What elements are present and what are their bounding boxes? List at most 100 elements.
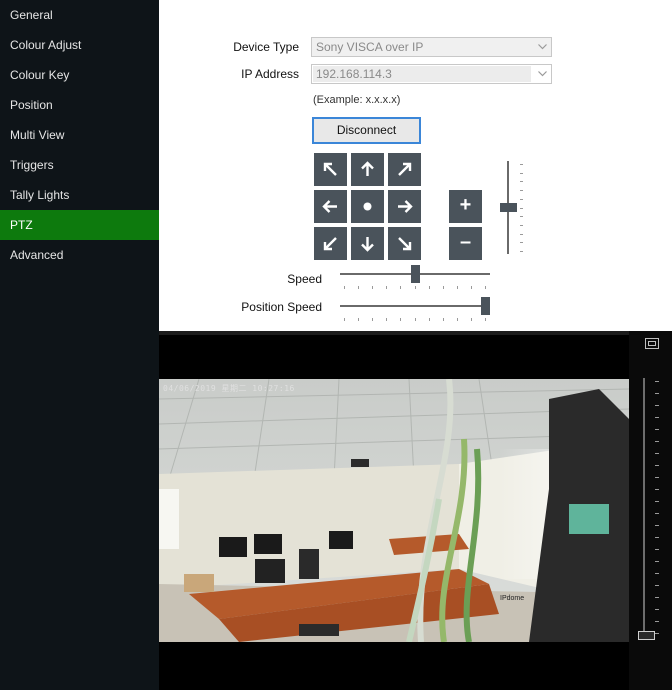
- zoom-tick: [655, 585, 659, 586]
- pan-down-left-button[interactable]: [314, 227, 347, 260]
- ip-address-label: IP Address: [241, 67, 299, 81]
- preview-zoom-thumb[interactable]: [638, 631, 655, 640]
- slider-tick: [485, 286, 486, 289]
- speed-slider[interactable]: [340, 265, 490, 293]
- disconnect-button[interactable]: Disconnect: [312, 117, 421, 144]
- zoom-in-button[interactable]: +: [449, 190, 482, 223]
- pan-left-button[interactable]: [314, 190, 347, 223]
- slider-tick: [386, 318, 387, 321]
- zoom-tick: [655, 621, 659, 622]
- slider-tick: [358, 318, 359, 321]
- fit-screen-icon[interactable]: [645, 338, 659, 349]
- slider-tick: [520, 208, 523, 209]
- tilt-up-button[interactable]: [351, 153, 384, 186]
- arrow-right-icon: [398, 200, 413, 213]
- zoom-tick: [655, 453, 659, 454]
- slider-tick: [520, 234, 523, 235]
- zoom-tick: [655, 537, 659, 538]
- slider-tick: [485, 318, 486, 321]
- zoom-tick: [655, 429, 659, 430]
- sidebar-item-colour-adjust[interactable]: Colour Adjust: [0, 30, 159, 60]
- zoom-tick: [655, 633, 659, 634]
- arrow-left-icon: [322, 200, 337, 213]
- slider-tick: [429, 318, 430, 321]
- office-camera-image: [159, 379, 629, 642]
- zoom-tick: [655, 609, 659, 610]
- slider-tick: [429, 286, 430, 289]
- zoom-slider-thumb[interactable]: [500, 203, 517, 212]
- arrow-up-icon: [361, 161, 374, 176]
- position-speed-slider-thumb[interactable]: [481, 297, 490, 315]
- camera-preview-area: 04/06/2019 星期二 10:27:16 IPdome: [159, 331, 672, 690]
- slider-tick: [415, 286, 416, 289]
- camera-overlay-label: IPdome: [500, 595, 525, 602]
- sidebar-item-tally-lights[interactable]: Tally Lights: [0, 180, 159, 210]
- camera-feed-image: 04/06/2019 星期二 10:27:16 IPdome: [159, 379, 629, 642]
- zoom-tick: [655, 381, 659, 382]
- preview-zoom-slider[interactable]: [643, 378, 645, 640]
- slider-tick: [457, 286, 458, 289]
- ptz-home-button[interactable]: [351, 190, 384, 223]
- zoom-tick: [655, 597, 659, 598]
- zoom-tick: [655, 573, 659, 574]
- slider-tick: [358, 286, 359, 289]
- zoom-tick: [655, 465, 659, 466]
- sidebar-nav: General Colour Adjust Colour Key Positio…: [0, 0, 159, 690]
- slider-tick: [520, 181, 523, 182]
- zoom-out-symbol: –: [459, 231, 472, 253]
- slider-tick: [415, 318, 416, 321]
- tilt-down-button[interactable]: [351, 227, 384, 260]
- ptz-settings-panel: Device Type Sony VISCA over IP IP Addres…: [159, 0, 672, 331]
- position-speed-label: Position Speed: [241, 300, 322, 314]
- speed-label: Speed: [287, 272, 322, 286]
- zoom-tick: [655, 477, 659, 478]
- slider-tick: [443, 286, 444, 289]
- zoom-tick: [655, 489, 659, 490]
- zoom-in-symbol: +: [459, 194, 472, 216]
- ip-format-hint: (Example: x.x.x.x): [313, 94, 401, 106]
- chevron-down-icon: [533, 38, 551, 56]
- slider-tick: [520, 173, 523, 174]
- slider-tick: [386, 286, 387, 289]
- device-type-select[interactable]: Sony VISCA over IP: [311, 37, 552, 57]
- arrow-down-icon: [361, 237, 374, 252]
- sidebar-item-colour-key[interactable]: Colour Key: [0, 60, 159, 90]
- zoom-tick: [655, 441, 659, 442]
- pan-right-button[interactable]: [388, 190, 421, 223]
- zoom-tick: [655, 405, 659, 406]
- pan-down-right-button[interactable]: [388, 227, 421, 260]
- zoom-vertical-slider[interactable]: [499, 161, 525, 254]
- slider-tick: [344, 318, 345, 321]
- sidebar-item-triggers[interactable]: Triggers: [0, 150, 159, 180]
- speed-slider-thumb[interactable]: [411, 265, 420, 283]
- sidebar-item-general[interactable]: General: [0, 0, 159, 30]
- position-speed-slider[interactable]: [340, 297, 490, 325]
- slider-tick: [372, 286, 373, 289]
- sidebar-item-position[interactable]: Position: [0, 90, 159, 120]
- zoom-tick: [655, 417, 659, 418]
- slider-tick: [457, 318, 458, 321]
- arrow-up-right-icon: [398, 162, 412, 176]
- chevron-down-icon[interactable]: [533, 65, 551, 83]
- zoom-tick: [655, 393, 659, 394]
- center-dot-icon: [363, 202, 372, 211]
- camera-overlay-timestamp: 04/06/2019 星期二 10:27:16: [163, 384, 295, 393]
- zoom-out-button[interactable]: –: [449, 227, 482, 260]
- device-type-label: Device Type: [233, 40, 299, 54]
- pan-up-left-button[interactable]: [314, 153, 347, 186]
- slider-tick: [520, 251, 523, 252]
- sidebar-item-advanced[interactable]: Advanced: [0, 240, 159, 270]
- pan-up-right-button[interactable]: [388, 153, 421, 186]
- sidebar-item-multi-view[interactable]: Multi View: [0, 120, 159, 150]
- slider-tick: [400, 318, 401, 321]
- slider-tick: [443, 318, 444, 321]
- arrow-up-left-icon: [323, 162, 337, 176]
- slider-tick: [372, 318, 373, 321]
- slider-tick: [520, 242, 523, 243]
- slider-tick: [520, 216, 523, 217]
- slider-tick: [400, 286, 401, 289]
- sidebar-item-ptz[interactable]: PTZ: [0, 210, 159, 240]
- ip-address-combo[interactable]: 192.168.114.3: [311, 64, 552, 84]
- slider-tick: [520, 225, 523, 226]
- zoom-tick: [655, 525, 659, 526]
